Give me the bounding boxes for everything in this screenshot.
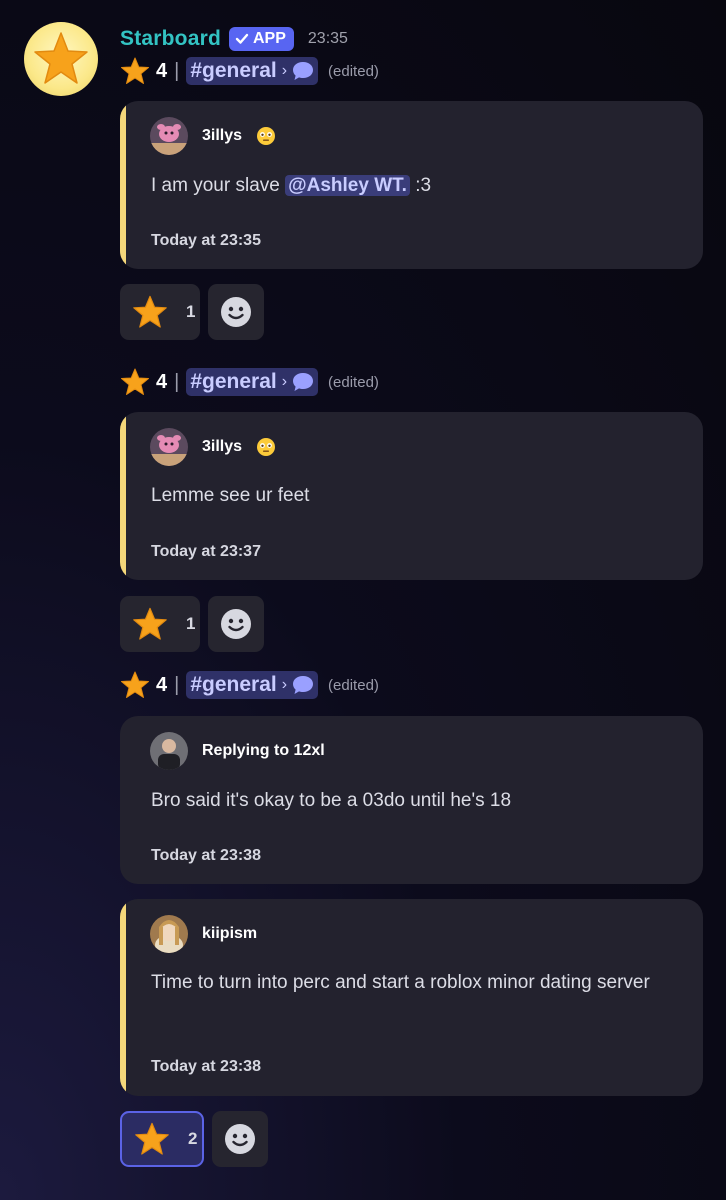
- speech-bubble-icon: [293, 676, 314, 694]
- star-icon: [121, 671, 149, 698]
- author-avatar[interactable]: [150, 117, 188, 155]
- author-avatar[interactable]: [150, 915, 188, 953]
- star-icon: [121, 368, 149, 395]
- message-header: Starboard APP 23:35: [120, 24, 348, 54]
- star-line: 4 | #general › (edited): [120, 55, 379, 87]
- edited-label: (edited): [328, 62, 379, 80]
- embed-text: I am your slave @Ashley WT. :3: [151, 171, 663, 200]
- star-reaction-button[interactable]: 1: [120, 284, 200, 340]
- flushed-emoji-icon: [257, 127, 276, 145]
- embed-card: Replying to 12xl Bro said it's okay to b…: [120, 716, 703, 884]
- embed-author: 3illys: [150, 117, 276, 155]
- bot-avatar[interactable]: [24, 22, 98, 96]
- embed-accent-bar: [120, 412, 126, 580]
- separator: |: [174, 370, 180, 393]
- star-reaction-button[interactable]: 1: [120, 596, 200, 652]
- embed-timestamp: Today at 23:35: [151, 232, 261, 249]
- embed-author: Replying to 12xl: [150, 732, 325, 770]
- separator: |: [174, 673, 180, 696]
- embed-timestamp: Today at 23:37: [151, 543, 261, 560]
- smiley-icon: [225, 1124, 255, 1154]
- star-icon: [133, 607, 167, 640]
- embed-accent-bar: [120, 899, 126, 1096]
- author-name[interactable]: kiipism: [202, 925, 257, 943]
- channel-name: #general: [190, 370, 277, 393]
- reactions: 1: [120, 596, 264, 652]
- embed-text: Bro said it's okay to be a 03do until he…: [151, 790, 512, 811]
- embed-timestamp: Today at 23:38: [151, 847, 261, 864]
- author-name[interactable]: Replying to 12xl: [202, 742, 325, 760]
- smiley-icon: [221, 609, 251, 639]
- reaction-count: 1: [186, 614, 196, 633]
- embed-accent-bar: [120, 716, 126, 884]
- bot-username[interactable]: Starboard: [120, 27, 221, 51]
- app-badge-label: APP: [253, 30, 286, 47]
- channel-name: #general: [190, 673, 277, 696]
- add-reaction-button[interactable]: [212, 1111, 268, 1167]
- chevron-right-icon: ›: [281, 62, 288, 79]
- user-mention[interactable]: @Ashley WT.: [285, 175, 410, 196]
- author-avatar[interactable]: [150, 732, 188, 770]
- star-line: 4 | #general › (edited): [120, 669, 379, 701]
- speech-bubble-icon: [293, 62, 314, 80]
- author-name[interactable]: 3illys: [202, 438, 242, 456]
- embed-text: Time to turn into perc and start a roblo…: [151, 972, 650, 993]
- add-reaction-button[interactable]: [208, 596, 264, 652]
- smiley-icon: [221, 297, 251, 327]
- chevron-right-icon: ›: [281, 373, 288, 390]
- star-icon: [133, 295, 167, 328]
- reactions: 1: [120, 284, 264, 340]
- add-reaction-button[interactable]: [208, 284, 264, 340]
- star-reaction-button[interactable]: 2: [120, 1111, 204, 1167]
- separator: |: [174, 59, 180, 82]
- chevron-right-icon: ›: [281, 676, 288, 693]
- embed-accent-bar: [120, 101, 126, 269]
- embed-card: 3illys I am your slave @Ashley WT. :3 To…: [120, 101, 703, 269]
- embed-text-part: I am your slave: [151, 175, 286, 196]
- edited-label: (edited): [328, 373, 379, 391]
- embed-author: kiipism: [150, 915, 257, 953]
- star-count: 4: [156, 370, 168, 393]
- channel-link[interactable]: #general ›: [186, 671, 319, 699]
- speech-bubble-icon: [293, 373, 314, 391]
- author-avatar[interactable]: [150, 428, 188, 466]
- star-count: 4: [156, 59, 168, 82]
- checkmark-icon: [235, 33, 249, 44]
- star-count: 4: [156, 673, 168, 696]
- edited-label: (edited): [328, 676, 379, 694]
- author-name[interactable]: 3illys: [202, 127, 242, 145]
- star-icon: [121, 57, 149, 84]
- channel-link[interactable]: #general ›: [186, 57, 319, 85]
- embed-text-part: :3: [409, 175, 432, 196]
- message-timestamp[interactable]: 23:35: [308, 30, 348, 48]
- star-icon: [34, 32, 88, 84]
- embed-card: 3illys Lemme see ur feet Today at 23:37: [120, 412, 703, 580]
- reactions: 2: [120, 1111, 268, 1167]
- app-badge: APP: [229, 27, 294, 51]
- reaction-count: 2: [188, 1129, 198, 1148]
- embed-timestamp: Today at 23:38: [151, 1058, 261, 1075]
- embed-text: Lemme see ur feet: [151, 485, 310, 506]
- embed-card: kiipism Time to turn into perc and start…: [120, 899, 703, 1096]
- flushed-emoji-icon: [257, 438, 276, 456]
- star-icon: [135, 1122, 169, 1155]
- star-line: 4 | #general › (edited): [120, 366, 379, 398]
- channel-link[interactable]: #general ›: [186, 368, 319, 396]
- embed-author: 3illys: [150, 428, 276, 466]
- reaction-count: 1: [186, 302, 196, 321]
- channel-name: #general: [190, 59, 277, 82]
